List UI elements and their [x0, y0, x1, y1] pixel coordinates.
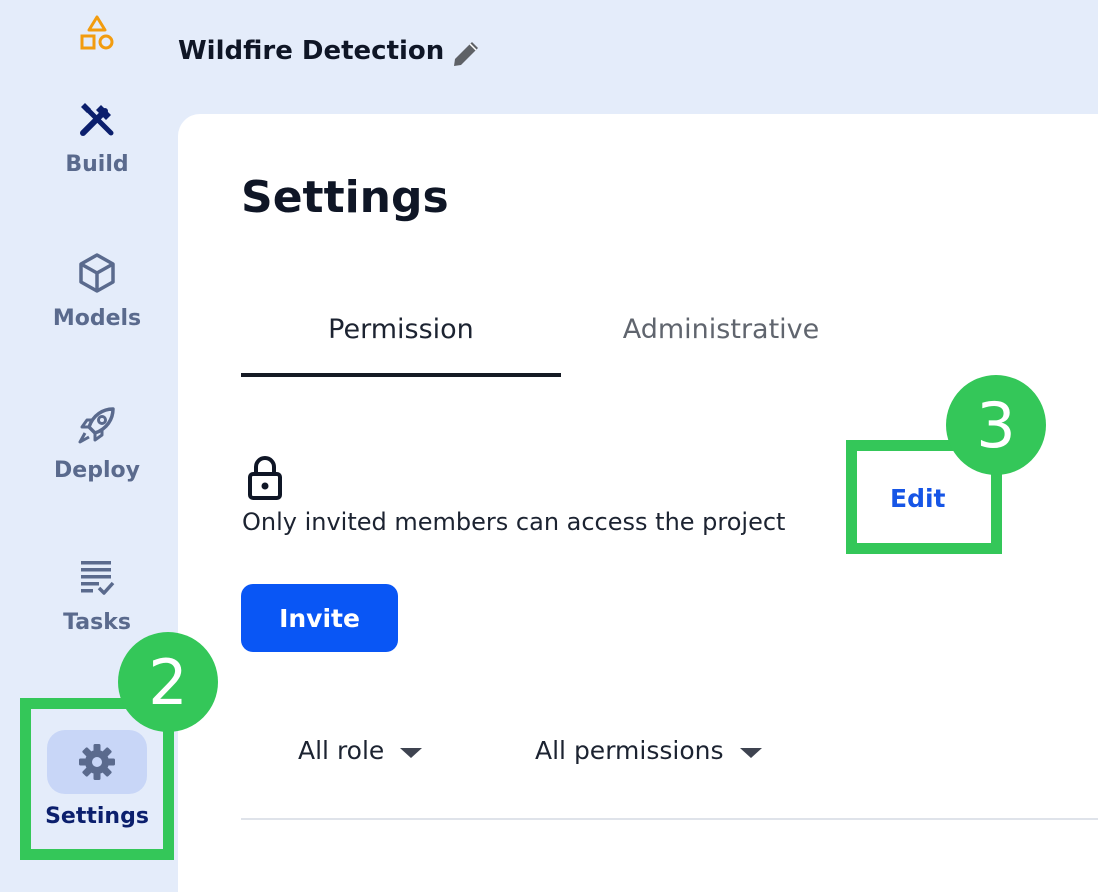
sidebar-item-deploy[interactable]: Deploy: [0, 402, 194, 512]
role-filter-label: All role: [298, 736, 385, 765]
project-title: Wildfire Detection: [178, 36, 445, 66]
logo-icon[interactable]: [78, 14, 116, 54]
tools-icon: [74, 96, 120, 142]
tab-permission[interactable]: Permission: [241, 314, 561, 345]
chevron-down-icon: [739, 747, 762, 758]
role-filter-dropdown[interactable]: All role: [298, 736, 423, 765]
tab-administrative[interactable]: Administrative: [561, 314, 881, 345]
permissions-filter-label: All permissions: [535, 736, 724, 765]
active-tab-indicator: [241, 373, 561, 377]
sidebar-item-label: Deploy: [54, 458, 140, 483]
task-list-icon: [74, 554, 120, 600]
access-description: Only invited members can access the proj…: [242, 508, 786, 536]
step-badge: 2: [118, 632, 218, 732]
lock-icon: [246, 454, 284, 502]
divider: [241, 818, 1098, 820]
sidebar-item-label: Models: [52, 306, 142, 331]
rocket-icon: [74, 402, 120, 448]
step-badge: 3: [946, 375, 1046, 475]
cube-icon: [74, 250, 120, 296]
sidebar-item-models[interactable]: Models: [0, 250, 194, 360]
edit-title-pencil-icon[interactable]: [448, 36, 484, 72]
sidebar-item-label: Build: [65, 152, 129, 177]
permissions-filter-dropdown[interactable]: All permissions: [535, 736, 762, 765]
chevron-down-icon: [400, 747, 423, 758]
invite-button[interactable]: Invite: [241, 584, 398, 652]
sidebar-item-label: Tasks: [63, 610, 131, 635]
page-title: Settings: [241, 172, 449, 223]
sidebar-item-build[interactable]: Build: [0, 96, 194, 206]
